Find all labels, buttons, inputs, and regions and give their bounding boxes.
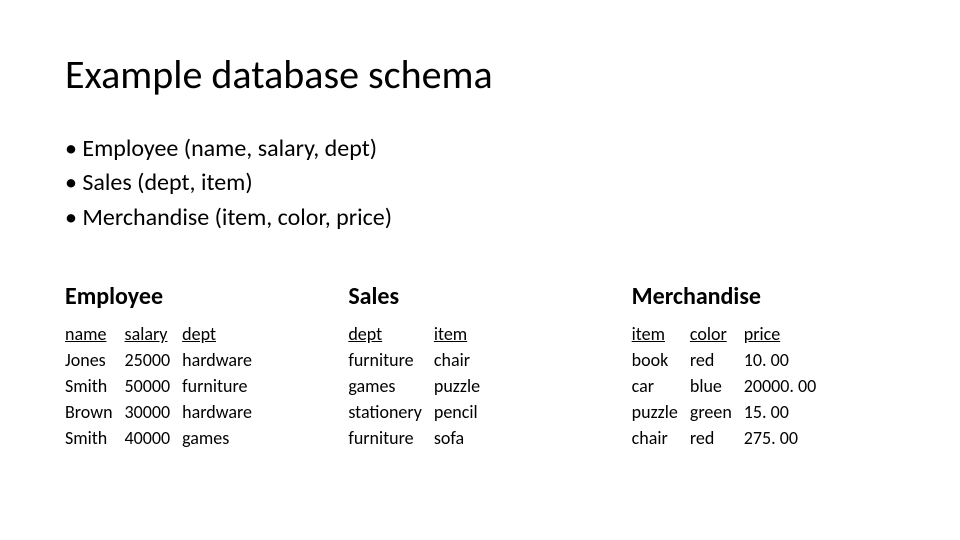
cell: 20000. 00 (744, 373, 828, 399)
cell: blue (690, 373, 744, 399)
merchandise-table-title: Merchandise (632, 282, 895, 311)
merchandise-column: Merchandise item color price book red 10… (632, 282, 895, 451)
col-header: item (632, 321, 690, 347)
table-row: Jones 25000 hardware (65, 347, 264, 373)
cell: red (690, 425, 744, 451)
col-header: salary (125, 321, 183, 347)
cell: 30000 (125, 399, 183, 425)
col-header: item (434, 321, 492, 347)
sales-table-title: Sales (348, 282, 611, 311)
bullet-item: • Merchandise (item, color, price) (65, 202, 895, 234)
table-row: Smith 40000 games (65, 425, 264, 451)
bullet-list: • Employee (name, salary, dept) • Sales … (65, 133, 895, 234)
table-row: stationery pencil (348, 399, 492, 425)
cell: 15. 00 (744, 399, 828, 425)
table-header-row: name salary dept (65, 321, 264, 347)
table-header-row: dept item (348, 321, 492, 347)
table-row: chair red 275. 00 (632, 425, 829, 451)
table-row: Smith 50000 furniture (65, 373, 264, 399)
slide: Example database schema • Employee (name… (0, 0, 960, 481)
table-row: Brown 30000 hardware (65, 399, 264, 425)
employee-column: Employee name salary dept Jones 25000 ha… (65, 282, 328, 451)
sales-table: dept item furniture chair games puzzle s… (348, 321, 492, 451)
employee-table: name salary dept Jones 25000 hardware Sm… (65, 321, 264, 451)
table-row: book red 10. 00 (632, 347, 829, 373)
col-header: name (65, 321, 125, 347)
col-header: color (690, 321, 744, 347)
cell: car (632, 373, 690, 399)
col-header: price (744, 321, 828, 347)
cell: games (182, 425, 264, 451)
cell: puzzle (632, 399, 690, 425)
bullet-item: • Employee (name, salary, dept) (65, 133, 895, 165)
bullet-item: • Sales (dept, item) (65, 167, 895, 199)
merchandise-table: item color price book red 10. 00 car blu… (632, 321, 829, 451)
cell: 50000 (125, 373, 183, 399)
slide-title: Example database schema (65, 50, 895, 99)
sales-column: Sales dept item furniture chair games pu… (348, 282, 611, 451)
cell: furniture (348, 347, 434, 373)
cell: furniture (182, 373, 264, 399)
cell: green (690, 399, 744, 425)
cell: puzzle (434, 373, 492, 399)
cell: games (348, 373, 434, 399)
cell: pencil (434, 399, 492, 425)
cell: stationery (348, 399, 434, 425)
cell: 10. 00 (744, 347, 828, 373)
table-header-row: item color price (632, 321, 829, 347)
col-header: dept (348, 321, 434, 347)
cell: Smith (65, 373, 125, 399)
cell: chair (434, 347, 492, 373)
cell: Jones (65, 347, 125, 373)
tables-row: Employee name salary dept Jones 25000 ha… (65, 282, 895, 451)
table-row: furniture chair (348, 347, 492, 373)
cell: furniture (348, 425, 434, 451)
table-row: puzzle green 15. 00 (632, 399, 829, 425)
cell: hardware (182, 347, 264, 373)
table-row: games puzzle (348, 373, 492, 399)
cell: Brown (65, 399, 125, 425)
cell: 40000 (125, 425, 183, 451)
cell: red (690, 347, 744, 373)
cell: hardware (182, 399, 264, 425)
col-header: dept (182, 321, 264, 347)
cell: chair (632, 425, 690, 451)
cell: 275. 00 (744, 425, 828, 451)
table-row: furniture sofa (348, 425, 492, 451)
cell: book (632, 347, 690, 373)
table-row: car blue 20000. 00 (632, 373, 829, 399)
cell: 25000 (125, 347, 183, 373)
cell: sofa (434, 425, 492, 451)
cell: Smith (65, 425, 125, 451)
employee-table-title: Employee (65, 282, 328, 311)
